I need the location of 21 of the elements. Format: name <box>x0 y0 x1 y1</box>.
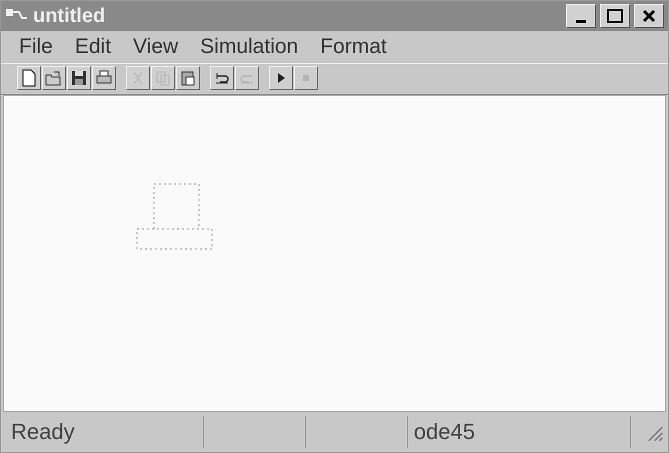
menu-item[interactable]: Simulation <box>200 35 298 59</box>
new-button[interactable] <box>17 66 41 90</box>
open-button[interactable] <box>42 66 66 90</box>
status-message: Ready <box>5 416 204 448</box>
minimize-icon <box>576 20 586 22</box>
close-button[interactable] <box>634 4 664 28</box>
window-title: untitled <box>33 4 106 28</box>
menu-item[interactable]: View <box>133 35 178 59</box>
close-icon <box>642 9 656 23</box>
save-button[interactable] <box>67 66 91 90</box>
maximize-icon <box>607 9 623 23</box>
solver-label: ode45 <box>408 416 631 448</box>
menu-item[interactable]: Format <box>320 35 387 59</box>
maximize-button[interactable] <box>600 4 630 28</box>
menu-item[interactable]: Edit <box>74 35 112 59</box>
menu-item[interactable]: File <box>19 35 53 59</box>
undo-button[interactable] <box>210 66 234 90</box>
minimize-button[interactable] <box>566 4 596 28</box>
start-button[interactable] <box>269 66 293 90</box>
print-button[interactable] <box>92 66 116 90</box>
paste-button[interactable] <box>176 66 200 90</box>
